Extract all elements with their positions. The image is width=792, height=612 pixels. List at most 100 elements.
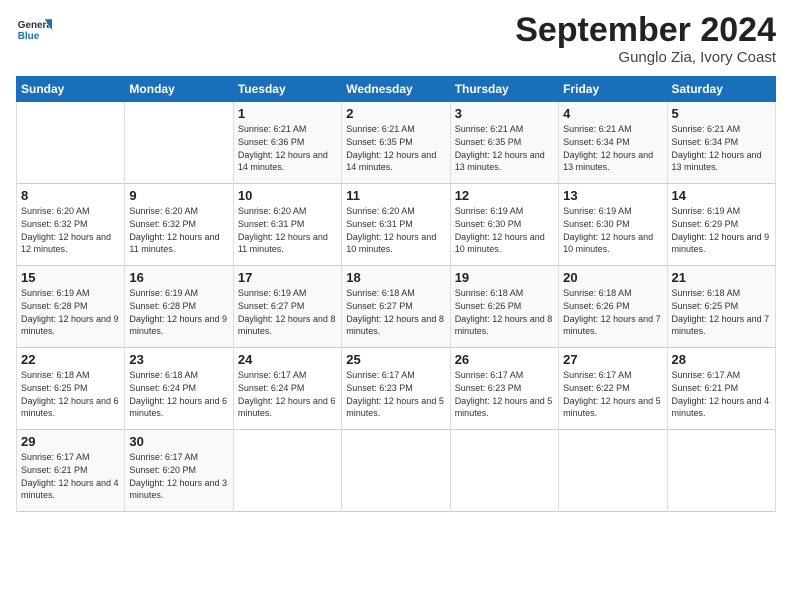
calendar-cell: 26 Sunrise: 6:17 AMSunset: 6:23 PMDaylig…: [450, 348, 558, 430]
col-header-thursday: Thursday: [450, 77, 558, 102]
calendar-cell: 20 Sunrise: 6:18 AMSunset: 6:26 PMDaylig…: [559, 266, 667, 348]
day-number: 12: [455, 188, 554, 203]
day-detail: Sunrise: 6:19 AMSunset: 6:28 PMDaylight:…: [21, 288, 119, 336]
calendar-cell: [17, 102, 125, 184]
calendar-cell: 22 Sunrise: 6:18 AMSunset: 6:25 PMDaylig…: [17, 348, 125, 430]
calendar-cell: 23 Sunrise: 6:18 AMSunset: 6:24 PMDaylig…: [125, 348, 233, 430]
col-header-friday: Friday: [559, 77, 667, 102]
calendar-cell: 16 Sunrise: 6:19 AMSunset: 6:28 PMDaylig…: [125, 266, 233, 348]
day-detail: Sunrise: 6:17 AMSunset: 6:21 PMDaylight:…: [21, 452, 119, 500]
calendar-cell: 9 Sunrise: 6:20 AMSunset: 6:32 PMDayligh…: [125, 184, 233, 266]
day-number: 14: [672, 188, 771, 203]
day-number: 5: [672, 106, 771, 121]
calendar-cell: 17 Sunrise: 6:19 AMSunset: 6:27 PMDaylig…: [233, 266, 341, 348]
day-number: 28: [672, 352, 771, 367]
calendar-cell: 3 Sunrise: 6:21 AMSunset: 6:35 PMDayligh…: [450, 102, 558, 184]
day-detail: Sunrise: 6:18 AMSunset: 6:25 PMDaylight:…: [21, 370, 119, 418]
calendar-cell: 21 Sunrise: 6:18 AMSunset: 6:25 PMDaylig…: [667, 266, 775, 348]
calendar-cell: 14 Sunrise: 6:19 AMSunset: 6:29 PMDaylig…: [667, 184, 775, 266]
calendar-cell: 24 Sunrise: 6:17 AMSunset: 6:24 PMDaylig…: [233, 348, 341, 430]
logo: General Blue: [16, 12, 56, 48]
calendar-cell: 15 Sunrise: 6:19 AMSunset: 6:28 PMDaylig…: [17, 266, 125, 348]
calendar-cell: 18 Sunrise: 6:18 AMSunset: 6:27 PMDaylig…: [342, 266, 450, 348]
day-number: 17: [238, 270, 337, 285]
svg-text:Blue: Blue: [18, 31, 40, 42]
day-detail: Sunrise: 6:21 AMSunset: 6:34 PMDaylight:…: [563, 124, 653, 172]
calendar-cell: [342, 430, 450, 512]
calendar-cell: 29 Sunrise: 6:17 AMSunset: 6:21 PMDaylig…: [17, 430, 125, 512]
calendar-cell: 25 Sunrise: 6:17 AMSunset: 6:23 PMDaylig…: [342, 348, 450, 430]
day-number: 10: [238, 188, 337, 203]
day-number: 13: [563, 188, 662, 203]
day-number: 16: [129, 270, 228, 285]
day-number: 25: [346, 352, 445, 367]
calendar-table: SundayMondayTuesdayWednesdayThursdayFrid…: [16, 76, 776, 512]
day-detail: Sunrise: 6:17 AMSunset: 6:21 PMDaylight:…: [672, 370, 770, 418]
day-detail: Sunrise: 6:21 AMSunset: 6:35 PMDaylight:…: [346, 124, 436, 172]
day-detail: Sunrise: 6:21 AMSunset: 6:36 PMDaylight:…: [238, 124, 328, 172]
day-detail: Sunrise: 6:20 AMSunset: 6:32 PMDaylight:…: [21, 206, 111, 254]
calendar-cell: [667, 430, 775, 512]
day-detail: Sunrise: 6:17 AMSunset: 6:23 PMDaylight:…: [455, 370, 553, 418]
day-detail: Sunrise: 6:17 AMSunset: 6:22 PMDaylight:…: [563, 370, 661, 418]
col-header-sunday: Sunday: [17, 77, 125, 102]
day-detail: Sunrise: 6:17 AMSunset: 6:24 PMDaylight:…: [238, 370, 336, 418]
day-number: 26: [455, 352, 554, 367]
calendar-cell: 4 Sunrise: 6:21 AMSunset: 6:34 PMDayligh…: [559, 102, 667, 184]
day-number: 21: [672, 270, 771, 285]
day-detail: Sunrise: 6:18 AMSunset: 6:26 PMDaylight:…: [455, 288, 553, 336]
day-detail: Sunrise: 6:19 AMSunset: 6:28 PMDaylight:…: [129, 288, 227, 336]
col-header-monday: Monday: [125, 77, 233, 102]
day-number: 24: [238, 352, 337, 367]
calendar-cell: 19 Sunrise: 6:18 AMSunset: 6:26 PMDaylig…: [450, 266, 558, 348]
day-number: 9: [129, 188, 228, 203]
day-number: 27: [563, 352, 662, 367]
day-number: 15: [21, 270, 120, 285]
day-number: 3: [455, 106, 554, 121]
col-header-wednesday: Wednesday: [342, 77, 450, 102]
day-detail: Sunrise: 6:19 AMSunset: 6:27 PMDaylight:…: [238, 288, 336, 336]
day-number: 22: [21, 352, 120, 367]
day-number: 11: [346, 188, 445, 203]
day-detail: Sunrise: 6:18 AMSunset: 6:24 PMDaylight:…: [129, 370, 227, 418]
day-number: 8: [21, 188, 120, 203]
calendar-cell: [559, 430, 667, 512]
calendar-cell: 5 Sunrise: 6:21 AMSunset: 6:34 PMDayligh…: [667, 102, 775, 184]
day-number: 18: [346, 270, 445, 285]
calendar-cell: [450, 430, 558, 512]
day-detail: Sunrise: 6:19 AMSunset: 6:30 PMDaylight:…: [455, 206, 545, 254]
day-detail: Sunrise: 6:18 AMSunset: 6:26 PMDaylight:…: [563, 288, 661, 336]
day-number: 29: [21, 434, 120, 449]
calendar-cell: [125, 102, 233, 184]
day-detail: Sunrise: 6:20 AMSunset: 6:31 PMDaylight:…: [238, 206, 328, 254]
calendar-cell: 11 Sunrise: 6:20 AMSunset: 6:31 PMDaylig…: [342, 184, 450, 266]
location: Gunglo Zia, Ivory Coast: [515, 49, 776, 66]
day-number: 19: [455, 270, 554, 285]
calendar-cell: 28 Sunrise: 6:17 AMSunset: 6:21 PMDaylig…: [667, 348, 775, 430]
title-block: September 2024 Gunglo Zia, Ivory Coast: [515, 12, 776, 66]
calendar-cell: 10 Sunrise: 6:20 AMSunset: 6:31 PMDaylig…: [233, 184, 341, 266]
day-detail: Sunrise: 6:17 AMSunset: 6:23 PMDaylight:…: [346, 370, 444, 418]
calendar-cell: 27 Sunrise: 6:17 AMSunset: 6:22 PMDaylig…: [559, 348, 667, 430]
day-number: 23: [129, 352, 228, 367]
col-header-tuesday: Tuesday: [233, 77, 341, 102]
day-detail: Sunrise: 6:20 AMSunset: 6:32 PMDaylight:…: [129, 206, 219, 254]
day-detail: Sunrise: 6:18 AMSunset: 6:27 PMDaylight:…: [346, 288, 444, 336]
calendar-cell: 12 Sunrise: 6:19 AMSunset: 6:30 PMDaylig…: [450, 184, 558, 266]
day-detail: Sunrise: 6:19 AMSunset: 6:30 PMDaylight:…: [563, 206, 653, 254]
day-number: 2: [346, 106, 445, 121]
day-number: 4: [563, 106, 662, 121]
day-detail: Sunrise: 6:18 AMSunset: 6:25 PMDaylight:…: [672, 288, 770, 336]
day-detail: Sunrise: 6:20 AMSunset: 6:31 PMDaylight:…: [346, 206, 436, 254]
month-title: September 2024: [515, 12, 776, 49]
calendar-cell: 1 Sunrise: 6:21 AMSunset: 6:36 PMDayligh…: [233, 102, 341, 184]
calendar-cell: 30 Sunrise: 6:17 AMSunset: 6:20 PMDaylig…: [125, 430, 233, 512]
day-detail: Sunrise: 6:17 AMSunset: 6:20 PMDaylight:…: [129, 452, 227, 500]
calendar-cell: 8 Sunrise: 6:20 AMSunset: 6:32 PMDayligh…: [17, 184, 125, 266]
calendar-cell: 13 Sunrise: 6:19 AMSunset: 6:30 PMDaylig…: [559, 184, 667, 266]
day-detail: Sunrise: 6:21 AMSunset: 6:35 PMDaylight:…: [455, 124, 545, 172]
day-detail: Sunrise: 6:19 AMSunset: 6:29 PMDaylight:…: [672, 206, 770, 254]
calendar-cell: [233, 430, 341, 512]
col-header-saturday: Saturday: [667, 77, 775, 102]
calendar-cell: 2 Sunrise: 6:21 AMSunset: 6:35 PMDayligh…: [342, 102, 450, 184]
